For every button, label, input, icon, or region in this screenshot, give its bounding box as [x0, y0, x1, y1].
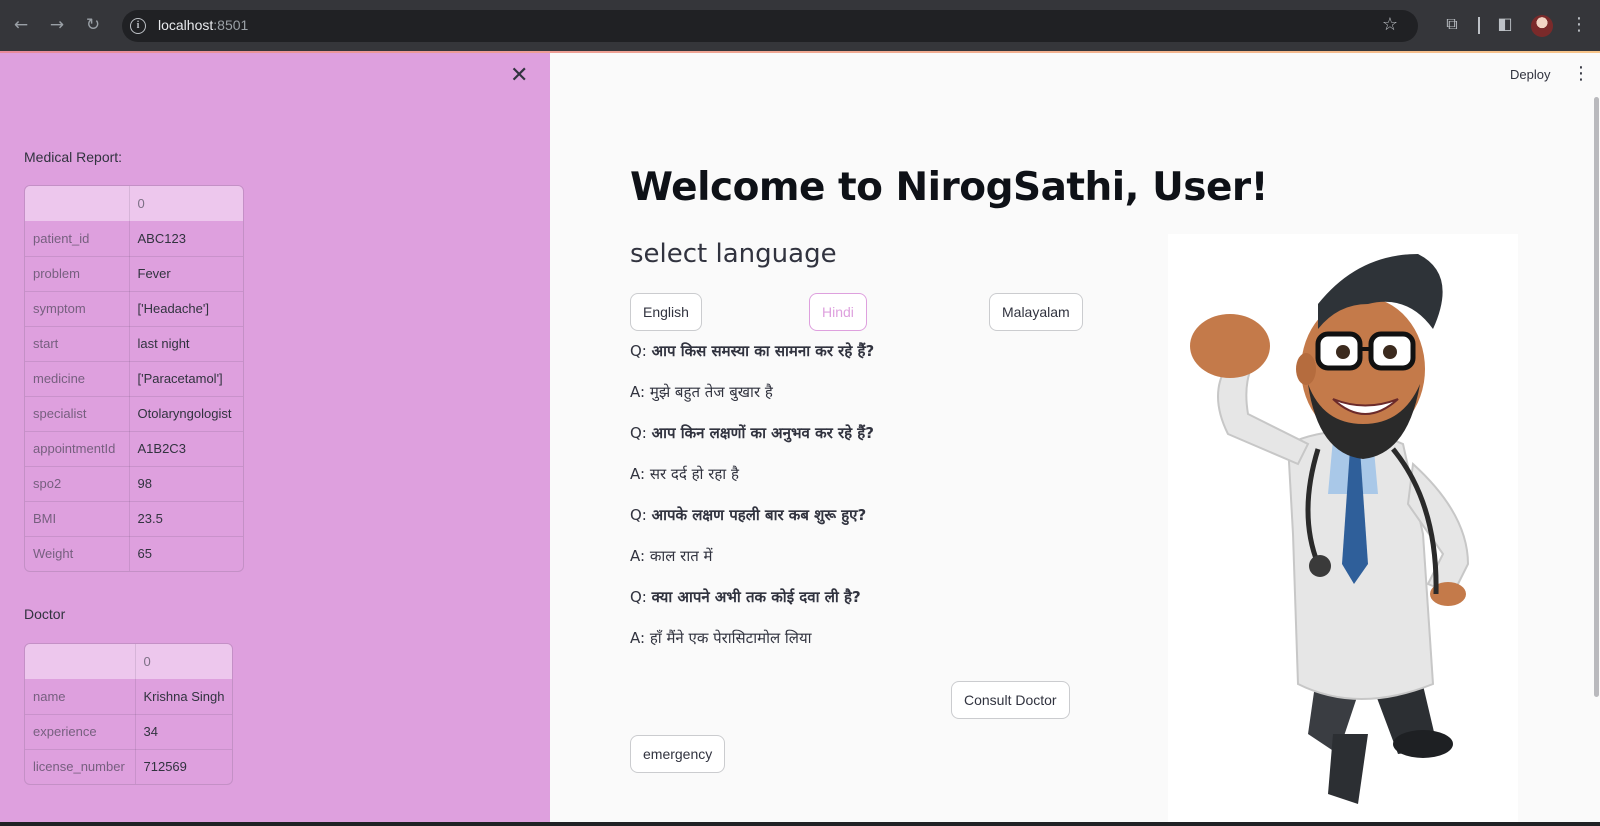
- question-line: Q: आप किस समस्या का सामना कर रहे हैं?: [630, 341, 874, 361]
- row-key: BMI: [25, 501, 130, 537]
- qa-prefix: A:: [630, 629, 646, 647]
- extensions-icon[interactable]: ⧉: [1441, 14, 1463, 34]
- table-row: specialist Otolaryngologist: [25, 396, 243, 432]
- qa-prefix: Q:: [630, 588, 647, 606]
- question-line: Q: आप किन लक्षणों का अनुभव कर रहे हैं?: [630, 423, 874, 443]
- row-value: 98: [129, 466, 243, 502]
- row-key: medicine: [25, 361, 130, 397]
- row-value: 712569: [143, 759, 187, 775]
- close-sidebar-icon[interactable]: ✕: [510, 65, 528, 87]
- table-row: patient_id ABC123: [25, 221, 243, 257]
- qa-prefix: Q:: [630, 342, 647, 360]
- answer-line: A: सर दर्द हो रहा है: [630, 464, 739, 484]
- row-key: license_number: [25, 749, 136, 784]
- row-value: Otolaryngologist: [129, 396, 243, 432]
- sidebar: ✕ Medical Report: 0 patient_id ABC123 prob…: [0, 53, 550, 822]
- toolbar-separator: [1478, 17, 1480, 34]
- answer-text: काल रात में: [649, 547, 713, 565]
- back-icon[interactable]: ←: [10, 14, 32, 36]
- doctor-table[interactable]: 0 name Krishna Singh experience 34 license_n…: [24, 643, 234, 785]
- profile-avatar[interactable]: [1531, 15, 1553, 37]
- question-line: Q: आपके लक्षण पहली बार कब शुरू हुए?: [630, 505, 866, 525]
- row-value: 65: [137, 546, 152, 562]
- browser-menu-icon[interactable]: ⋮: [1570, 14, 1588, 35]
- row-value: ABC123: [129, 221, 243, 257]
- row-key: specialist: [25, 396, 130, 432]
- table-row: start last night: [25, 326, 243, 362]
- answer-line: A: हाँ मैंने एक पेरासिटामोल लिया: [630, 628, 812, 648]
- section-subtitle: select language: [630, 239, 837, 269]
- row-key: start: [25, 326, 130, 362]
- hindi-button[interactable]: Hindi: [809, 293, 867, 331]
- table-row: appointmentId A1B2C3: [25, 431, 243, 467]
- row-key: appointmentId: [25, 431, 130, 467]
- table-row: symptom ['Headache']: [25, 291, 243, 327]
- url-text: localhost:8501: [158, 17, 249, 33]
- table-row: name Krishna Singh: [25, 679, 233, 715]
- table-row: license_number 712569: [25, 749, 232, 784]
- row-value: ['Headache']: [129, 291, 243, 327]
- table-column-header: 0: [135, 644, 233, 679]
- question-text: आप किन लक्षणों का अनुभव कर रहे हैं?: [651, 424, 874, 442]
- answer-line: A: काल रात में: [630, 546, 713, 566]
- qa-prefix: Q:: [630, 424, 647, 442]
- row-value: 34: [135, 714, 233, 750]
- row-key: name: [25, 679, 136, 715]
- row-key: patient_id: [25, 221, 130, 257]
- row-value: 23.5: [129, 501, 243, 537]
- qa-prefix: A:: [630, 547, 646, 565]
- consult-doctor-button[interactable]: Consult Doctor: [951, 681, 1070, 719]
- answer-line: A: मुझे बहुत तेज बुखार है: [630, 382, 773, 402]
- table-row: Weight 65: [25, 536, 243, 571]
- row-key: symptom: [25, 291, 130, 327]
- reload-icon[interactable]: ↻: [82, 14, 104, 36]
- answer-text: सर दर्द हो रहा है: [649, 465, 739, 483]
- medical-report-label: Medical Report:: [24, 149, 123, 165]
- table-row: experience 34: [25, 714, 233, 750]
- forward-icon[interactable]: →: [46, 14, 68, 36]
- table-row: spo2 98: [25, 466, 243, 502]
- answer-text: मुझे बहुत तेज बुखार है: [649, 383, 773, 401]
- table-row: BMI 23.5: [25, 501, 243, 537]
- malayalam-button[interactable]: Malayalam: [989, 293, 1083, 331]
- english-button[interactable]: English: [630, 293, 702, 331]
- address-bar[interactable]: i localhost:8501 ☆: [122, 10, 1418, 42]
- doctor-illustration: [1168, 234, 1518, 822]
- medical-report-table[interactable]: 0 patient_id ABC123 problem Fever symptom ['H…: [24, 185, 244, 572]
- table-row: medicine ['Paracetamol']: [25, 361, 243, 397]
- row-value: ['Paracetamol']: [129, 361, 243, 397]
- table-index-header: [25, 644, 136, 679]
- row-key: spo2: [25, 466, 130, 502]
- row-key: Weight: [25, 536, 130, 571]
- row-key: experience: [25, 714, 136, 750]
- qa-prefix: A:: [630, 383, 646, 401]
- site-info-icon[interactable]: i: [130, 18, 146, 34]
- question-text: क्या आपने अभी तक कोई दवा ली है?: [651, 588, 861, 606]
- bookmark-star-icon[interactable]: ☆: [1382, 14, 1398, 35]
- answer-text: हाँ मैंने एक पेरासिटामोल लिया: [649, 629, 812, 647]
- emergency-button[interactable]: emergency: [630, 735, 726, 773]
- page-title: Welcome to NirogSathi, User!: [630, 165, 1268, 210]
- row-value: A1B2C3: [129, 431, 243, 467]
- app-menu-icon[interactable]: ⋮: [1572, 63, 1590, 84]
- main-content: Deploy ⋮ Welcome to NirogSathi, User! se…: [550, 53, 1600, 822]
- doctor-label: Doctor: [24, 606, 66, 622]
- deploy-button[interactable]: Deploy: [1510, 67, 1550, 82]
- question-line: Q: क्या आपने अभी तक कोई दवा ली है?: [630, 587, 861, 607]
- question-text: आप किस समस्या का सामना कर रहे हैं?: [651, 342, 875, 360]
- row-value: Fever: [129, 256, 243, 292]
- qa-prefix: A:: [630, 465, 646, 483]
- table-row: problem Fever: [25, 256, 243, 292]
- table-index-header: [25, 186, 130, 221]
- row-value: last night: [129, 326, 243, 362]
- side-panel-icon[interactable]: ◧: [1494, 14, 1516, 33]
- row-key: problem: [25, 256, 130, 292]
- scrollbar[interactable]: [1594, 97, 1599, 697]
- qa-prefix: Q:: [630, 506, 647, 524]
- question-text: आपके लक्षण पहली बार कब शुरू हुए?: [651, 506, 867, 524]
- table-column-header: 0: [129, 186, 243, 221]
- browser-toolbar: ← → ↻ i localhost:8501 ☆ ⧉ ◧ ⋮: [0, 0, 1600, 52]
- row-value: Krishna Singh: [135, 679, 233, 715]
